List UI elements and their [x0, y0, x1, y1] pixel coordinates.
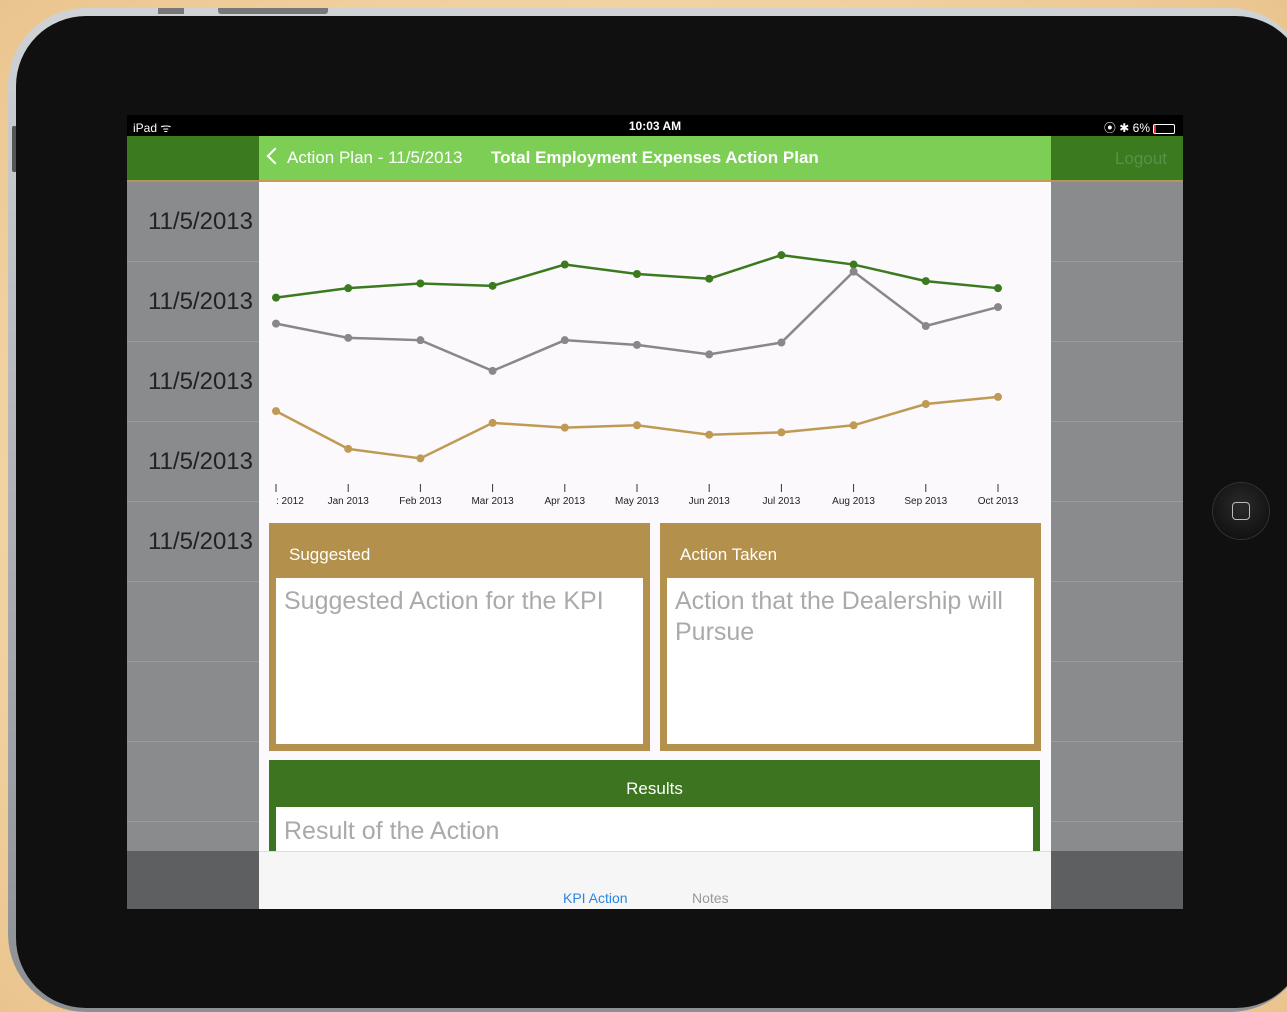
data-point [705, 350, 714, 359]
data-point [344, 333, 353, 342]
data-point [488, 366, 497, 375]
data-point [777, 251, 786, 260]
x-tick-label: Jan 2013 [328, 496, 370, 507]
volume-button [158, 8, 184, 14]
tab-notes[interactable]: Notes [692, 890, 729, 906]
data-point [272, 319, 280, 328]
data-point [849, 421, 858, 430]
data-point [921, 277, 930, 286]
battery-label: ⦿ ✱ 6% [1103, 121, 1150, 135]
data-point [272, 293, 280, 302]
logout-button[interactable]: Logout [1115, 149, 1167, 169]
x-tick-label: : 2012 [276, 496, 304, 507]
battery-icon [1153, 123, 1175, 134]
data-point [272, 407, 280, 416]
data-point [994, 392, 1002, 401]
list-item-date: 11/5/2013 [148, 368, 253, 395]
list-item-date: 11/5/2013 [148, 448, 253, 475]
home-button[interactable] [1213, 483, 1269, 539]
data-point [488, 418, 497, 427]
suggested-placeholder: Suggested Action for the KPI [284, 587, 604, 615]
data-point [560, 260, 569, 269]
data-point [488, 281, 497, 290]
x-tick-label: Apr 2013 [545, 496, 586, 507]
x-tick-label: Oct 2013 [978, 496, 1019, 507]
data-point [560, 336, 569, 345]
action-taken-placeholder: Action that the Dealership will Pursue [675, 587, 1003, 646]
data-point [416, 454, 425, 463]
suggested-panel: Suggested Suggested Action for the KPI [269, 523, 650, 751]
results-placeholder: Result of the Action [284, 817, 500, 845]
clock: 10:03 AM [628, 119, 682, 133]
action-plan-modal: Action Plan - 11/5/2013 Total Employment… [259, 136, 1051, 909]
data-point [560, 423, 569, 432]
data-point [344, 444, 353, 453]
list-item-date: 11/5/2013 [148, 288, 253, 315]
x-tick-label: May 2013 [615, 496, 659, 507]
back-button[interactable]: Action Plan - 11/5/2013 [266, 147, 463, 168]
action-taken-title: Action Taken [680, 545, 778, 564]
x-tick-label: Feb 2013 [399, 496, 442, 507]
x-tick-label: Jul 2013 [762, 496, 800, 507]
x-tick-label: Jun 2013 [689, 496, 731, 507]
data-point [633, 340, 641, 349]
page-title: Total Employment Expenses Action Plan [491, 148, 819, 167]
x-tick-label: Mar 2013 [471, 496, 514, 507]
suggested-input[interactable]: Suggested Action for the KPI [276, 578, 643, 744]
data-point [633, 421, 641, 430]
results-title: Results [626, 779, 683, 798]
x-tick-label: Aug 2013 [832, 496, 875, 507]
chevron-left-icon [266, 147, 284, 165]
data-point [849, 260, 858, 269]
suggested-title: Suggested [289, 545, 371, 564]
battery-status: ⦿ ✱ 6% [1104, 119, 1175, 136]
status-bar: iPad ᯤ 10:03 AM ⦿ ✱ 6% [127, 115, 1183, 136]
data-point [921, 400, 930, 408]
tab-bar: KPI Action Notes [259, 851, 1051, 909]
list-item-date: 11/5/2013 [148, 528, 253, 555]
back-label: Action Plan - 11/5/2013 [287, 148, 463, 167]
action-taken-input[interactable]: Action that the Dealership will Pursue [667, 578, 1034, 744]
modal-navbar: Action Plan - 11/5/2013 Total Employment… [259, 136, 1051, 182]
x-tick-label: Sep 2013 [904, 496, 947, 507]
data-point [416, 279, 425, 288]
data-point [705, 274, 714, 283]
data-point [344, 284, 353, 293]
data-point [994, 284, 1002, 293]
list-item-date: 11/5/2013 [148, 208, 253, 235]
kpi-line-chart: : 2012 Jan 2013 Feb 2013 Mar 2013 Apr 2013 Ma… [272, 251, 1019, 507]
tab-kpi-action[interactable]: KPI Action [563, 890, 628, 906]
data-point [777, 338, 786, 347]
data-point [705, 430, 714, 439]
screen: iPad ᯤ 10:03 AM ⦿ ✱ 6% Logout 11/5/2013 … [127, 115, 1183, 909]
data-point [994, 303, 1002, 312]
data-point [849, 267, 858, 276]
data-point [777, 428, 786, 437]
data-point [416, 336, 425, 345]
data-point [921, 322, 930, 330]
sleep-button [218, 8, 328, 14]
home-square-icon [1232, 502, 1250, 520]
data-point [633, 270, 641, 278]
action-taken-panel: Action Taken Action that the Dealership … [660, 523, 1041, 751]
